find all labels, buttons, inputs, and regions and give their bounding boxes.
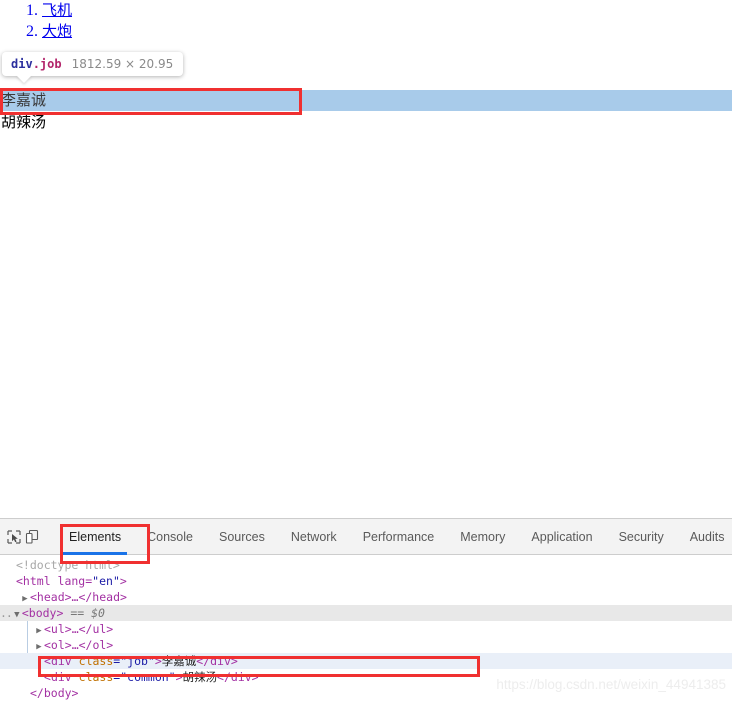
tab-application-label: Application — [531, 529, 593, 544]
tab-network-label: Network — [290, 529, 337, 544]
tab-console-label: Console — [147, 529, 193, 544]
tooltip-arrow-icon — [16, 75, 32, 83]
common-tag-name: div — [50, 670, 72, 684]
devtools-tab-bar: Elements Console Sources Network Perform… — [56, 519, 732, 555]
tooltip-dimensions: 1812.59 × 20.95 — [71, 57, 174, 71]
tooltip-tag-name: div — [11, 57, 33, 71]
list-item-link-1[interactable]: 飞机 — [42, 1, 72, 19]
body-open-tag: <body> — [21, 606, 64, 620]
ol-collapsed-text: <ol>…</ol> — [44, 638, 114, 652]
job-text-node: 李嘉诚 — [161, 654, 197, 668]
list-item-link-2[interactable]: 大炮 — [42, 22, 72, 40]
tab-network[interactable]: Network — [278, 519, 350, 555]
tab-console[interactable]: Console — [134, 519, 206, 555]
body-selected-marker: == $0 — [70, 606, 105, 620]
inspect-element-glyph — [7, 529, 21, 544]
tab-elements-label: Elements — [69, 529, 122, 544]
common-attr-value: "common" — [120, 670, 176, 684]
body-close-tag: </body> — [30, 686, 79, 700]
dom-line-div-job[interactable]: <div class="job">李嘉诚</div> — [0, 653, 732, 669]
tab-sources[interactable]: Sources — [206, 519, 278, 555]
ul-collapsed-text: <ul>…</ul> — [44, 622, 114, 636]
job-gt: > — [154, 654, 162, 668]
common-attr-name: class — [78, 670, 114, 684]
job-open-lt: < — [44, 654, 51, 668]
html-open-tag: <html lang= — [16, 574, 93, 588]
dom-line-head[interactable]: <head>…</head> — [0, 589, 732, 605]
job-attr-name: class — [78, 654, 114, 668]
tab-performance-label: Performance — [362, 529, 435, 544]
tab-security[interactable]: Security — [606, 519, 677, 555]
common-text-node: 胡辣汤 — [182, 670, 218, 684]
dom-line-body[interactable]: .. <body> == $0 — [0, 605, 732, 621]
job-tag-name: div — [50, 654, 72, 668]
tab-audits-label: Audits — [689, 529, 725, 544]
tab-performance[interactable]: Performance — [350, 519, 448, 555]
highlighted-job-div[interactable]: 李嘉诚 — [0, 90, 732, 111]
dom-line-ul[interactable]: <ul>…</ul> — [0, 621, 732, 637]
tab-elements[interactable]: Elements — [56, 519, 134, 555]
common-div[interactable]: 胡辣汤 — [0, 111, 732, 133]
list-item: 大炮 — [42, 21, 732, 42]
devtools-toolbar: Elements Console Sources Network Perform… — [0, 519, 732, 555]
device-toolbar-glyph — [25, 529, 39, 544]
tab-memory[interactable]: Memory — [447, 519, 518, 555]
dom-line-doctype[interactable]: <!doctype html> — [0, 557, 732, 573]
tab-sources-label: Sources — [218, 529, 265, 544]
html-lang-value: "en" — [92, 574, 120, 588]
doctype-text: <!doctype html> — [16, 558, 120, 572]
job-close-tag: </div> — [196, 654, 238, 668]
list-item: 飞机 — [42, 0, 732, 21]
tab-application[interactable]: Application — [518, 519, 605, 555]
common-div-text: 胡辣汤 — [1, 113, 47, 131]
tab-security-label: Security — [618, 529, 664, 544]
tab-memory-label: Memory — [460, 529, 506, 544]
ordered-list: 飞机 大炮 — [0, 0, 732, 42]
rendered-page-area: 飞机 大炮 李嘉诚 胡辣汤 div.job 1812.59 × 20.95 — [0, 0, 732, 518]
common-open-lt: < — [44, 670, 51, 684]
dom-line-html[interactable]: <html lang="en"> — [0, 573, 732, 589]
head-collapsed-text: <head>…</head> — [30, 590, 127, 604]
job-div-text: 李嘉诚 — [1, 91, 47, 109]
tab-audits[interactable]: Audits — [677, 519, 732, 555]
dom-line-ol[interactable]: <ol>…</ol> — [0, 637, 732, 653]
common-gt: > — [175, 670, 183, 684]
device-toolbar-icon[interactable] — [24, 524, 40, 550]
inspector-tooltip: div .job 1812.59 × 20.95 — [2, 52, 184, 83]
common-close-tag: </div> — [217, 670, 259, 684]
watermark-text: https://blog.csdn.net/weixin_44941385 — [496, 677, 726, 692]
body-overflow-dots: .. — [0, 606, 13, 620]
inspect-element-icon[interactable] — [6, 524, 22, 550]
job-attr-value: "job" — [120, 654, 155, 668]
html-open-gt: > — [119, 574, 127, 588]
tooltip-class-name: .job — [32, 57, 62, 71]
